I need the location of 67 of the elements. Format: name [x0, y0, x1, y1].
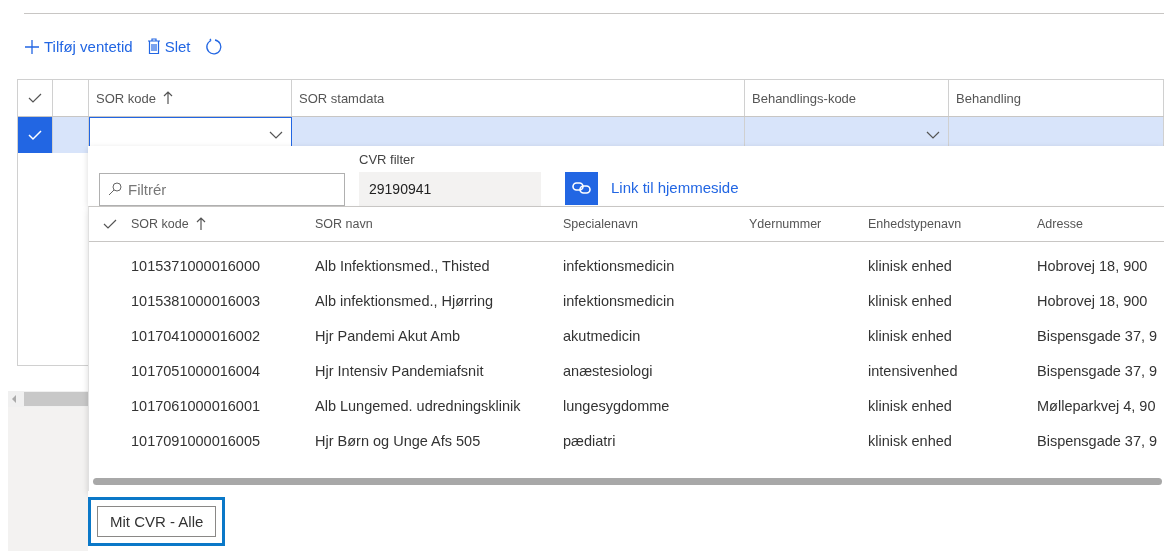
column-header[interactable]: Specialenavn — [563, 206, 749, 241]
table-row[interactable]: 1017051000016004 Hjr Intensiv Pandemiafsnit anæstesiologi intensivenhed Bispensgade 37, 9 — [89, 353, 1164, 389]
cvr-field[interactable]: 29190941 — [359, 171, 541, 206]
chevron-down-icon — [926, 131, 940, 139]
filter-field[interactable]: Filtrér — [99, 172, 345, 206]
table-cell: Bispensgade 37, 9 — [1037, 433, 1158, 450]
horizontal-scrollbar[interactable] — [8, 391, 88, 407]
check-icon — [103, 217, 117, 230]
column-header[interactable]: SOR navn — [315, 206, 563, 241]
table-cell: akutmedicin — [563, 328, 641, 345]
table-cell: intensivenhed — [868, 363, 958, 380]
link-button[interactable] — [565, 171, 598, 205]
column-header[interactable]: Ydernummer — [749, 206, 868, 241]
table-cell: klinisk enhed — [868, 293, 952, 310]
field-label: CVR filter — [359, 151, 416, 167]
column-header[interactable]: Adresse — [1037, 206, 1164, 241]
table-cell: Hjr Pandemi Akut Amb — [315, 328, 461, 345]
table-row[interactable]: 1015371000016000 Alb Infektionsmed., Thisted infektionsmedicin klinisk enhed Hobrovej 18, 900 — [89, 248, 1164, 284]
trash-icon — [146, 38, 161, 55]
row-checkbox[interactable] — [18, 117, 53, 153]
table-cell: klinisk enhed — [868, 433, 952, 450]
table-cell: klinisk enhed — [868, 328, 952, 345]
horizontal-scrollbar[interactable] — [93, 477, 1162, 485]
table-row[interactable]: 1017091000016005 Hjr Børn og Unge Afs 505 pædiatri klinisk enhed Bispensgade 37, 9 — [89, 423, 1164, 459]
column-header[interactable]: SOR kode — [89, 80, 292, 116]
chevron-down-icon — [269, 131, 283, 139]
table-cell: klinisk enhed — [868, 398, 952, 415]
table-cell: pædiatri — [563, 433, 616, 450]
refresh-icon — [204, 37, 223, 56]
table-cell: Bispensgade 37, 9 — [1037, 363, 1158, 380]
plus-icon — [24, 38, 40, 55]
table-row[interactable]: 1015381000016003 Alb infektionsmed., Hjørring infektionsmedicin klinisk enhed Hobrovej 18, 900 — [89, 283, 1164, 319]
column-header[interactable]: SOR kode — [131, 206, 315, 241]
table-cell: infektionsmedicin — [563, 293, 675, 310]
table-cell: Hobrovej 18, 900 — [1037, 258, 1148, 275]
refresh-button[interactable] — [204, 37, 223, 56]
cvr-button[interactable]: Mit CVR - Alle — [97, 505, 217, 537]
homepage-link[interactable]: Link til hjemmeside — [611, 178, 739, 196]
table-cell: 1015381000016003 — [131, 293, 261, 310]
table-cell: 1017051000016004 — [131, 363, 261, 380]
table-cell: 1017091000016005 — [131, 433, 261, 450]
table-cell: 1017041000016002 — [131, 328, 261, 345]
table-cell: anæstesiologi — [563, 363, 653, 380]
check-icon — [28, 92, 42, 104]
table-cell: infektionsmedicin — [563, 258, 675, 275]
column-header[interactable]: Enhedstypenavn — [868, 206, 1037, 241]
column-header[interactable]: Behandlings-kode — [745, 80, 949, 116]
column-header[interactable]: Behandling — [949, 80, 1164, 116]
table-row[interactable]: 1017061000016001 Alb Lungemed. udredningsklinik lungesygdomme klinisk enhed Mølleparkvej 4, 90 — [89, 388, 1164, 424]
table-cell: Mølleparkvej 4, 90 — [1037, 398, 1156, 415]
check-icon — [28, 129, 42, 141]
table-cell: 1017061000016001 — [131, 398, 261, 415]
table-cell: Alb infektionsmed., Hjørring — [315, 293, 494, 310]
table-cell: Hjr Intensiv Pandemiafsnit — [315, 363, 484, 380]
table-cell: Bispensgade 37, 9 — [1037, 328, 1158, 345]
add-button[interactable]: Tilføj ventetid — [24, 38, 133, 55]
table-cell: Alb Lungemed. udredningsklinik — [315, 398, 521, 415]
table-cell: lungesygdomme — [563, 398, 670, 415]
link-icon — [571, 181, 592, 196]
column-header[interactable]: SOR stamdata — [292, 80, 745, 116]
table-cell: Hobrovej 18, 900 — [1037, 293, 1148, 310]
table-cell: klinisk enhed — [868, 258, 952, 275]
delete-button[interactable]: Slet — [146, 38, 191, 55]
table-cell: Alb Infektionsmed., Thisted — [315, 258, 490, 275]
table-cell: 1015371000016000 — [131, 258, 261, 275]
table-row[interactable]: 1017041000016002 Hjr Pandemi Akut Amb akutmedicin klinisk enhed Bispensgade 37, 9 — [89, 318, 1164, 354]
table-cell: Hjr Børn og Unge Afs 505 — [315, 433, 481, 450]
